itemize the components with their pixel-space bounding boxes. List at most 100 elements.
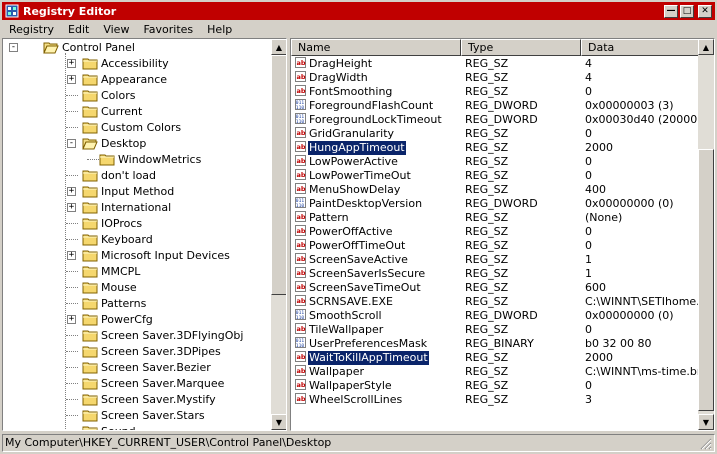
tree-item[interactable]: Colors	[66, 87, 135, 103]
column-header-type[interactable]: Type	[461, 39, 581, 56]
menu-favorites[interactable]: Favorites	[136, 23, 200, 36]
tree-item-label: Current	[101, 104, 143, 118]
tree-item[interactable]: + Accessibility	[67, 55, 169, 71]
value-type: REG_SZ	[465, 295, 509, 308]
tree-item-control-panel[interactable]: - Control Panel	[9, 39, 135, 55]
minimize-button[interactable]: —	[664, 4, 678, 18]
string-value-icon: ab	[295, 323, 306, 334]
value-name: PowerOffTimeOut	[309, 239, 406, 252]
menu-registry[interactable]: Registry	[2, 23, 61, 36]
resize-grip-icon[interactable]	[700, 438, 712, 450]
title-bar[interactable]: Registry Editor — □ ✕	[2, 2, 715, 20]
svg-text:ab: ab	[297, 129, 306, 137]
value-row[interactable]: 011 110 ForegroundLockTimeout REG_DWORD 0x00…	[291, 113, 701, 127]
values-list-pane[interactable]: Name Type Data ab DragHeight REG_SZ 4 ab Drag…	[290, 38, 715, 431]
tree-item[interactable]: + International	[67, 199, 171, 215]
value-row[interactable]: ab LowPowerActive REG_SZ 0	[291, 155, 701, 169]
tree-item[interactable]: Patterns	[66, 295, 146, 311]
tree-item[interactable]: + Microsoft Input Devices	[67, 247, 230, 263]
value-row[interactable]: 011 110 UserPreferencesMask REG_BINARY b0 32…	[291, 337, 701, 351]
value-row[interactable]: ab WheelScrollLines REG_SZ 3	[291, 393, 701, 407]
tree-item-label: Desktop	[101, 136, 147, 150]
value-row[interactable]: abWallpaper REG_SZ C:\WINNT\ms-time.bmp	[291, 365, 701, 379]
column-header-name[interactable]: Name	[291, 39, 461, 56]
tree-guide-line	[66, 239, 78, 240]
tree-scroll-down-button[interactable]: ▼	[271, 414, 286, 430]
arrow-up-icon: ▲	[702, 42, 710, 52]
value-row[interactable]: ab MenuShowDelay REG_SZ 400	[291, 183, 701, 197]
tree-item[interactable]: + PowerCfg	[67, 311, 153, 327]
folder-icon	[82, 362, 98, 373]
tree-item[interactable]: Sound	[82, 423, 136, 430]
value-row[interactable]: 011 110 PaintDesktopVersion REG_DWORD 0x0000…	[291, 197, 701, 211]
value-row[interactable]: ab ScreenSaveTimeOut REG_SZ 600	[291, 281, 701, 295]
binary-value-icon: 011110	[295, 309, 306, 320]
collapse-toggle-icon[interactable]: -	[9, 43, 18, 52]
values-vertical-scrollbar[interactable]: ▲ ▼	[698, 39, 714, 430]
value-row[interactable]: ab DragWidth REG_SZ 4	[291, 71, 701, 85]
key-tree-pane[interactable]: - Control Panel + Accessibility + Appearance C…	[2, 38, 287, 431]
tree-item[interactable]: Screen Saver.Marquee	[66, 375, 224, 391]
tree-item[interactable]: WindowMetrics	[87, 151, 201, 167]
value-type: REG_SZ	[465, 127, 509, 140]
value-row[interactable]: ab LowPowerTimeOut REG_SZ 0	[291, 169, 701, 183]
menu-edit[interactable]: Edit	[61, 23, 96, 36]
tree-item[interactable]: + Input Method	[67, 183, 174, 199]
expand-toggle-icon[interactable]: +	[67, 203, 76, 212]
value-name: FontSmoothing	[309, 85, 393, 98]
tree-item[interactable]: Screen Saver.3DPipes	[66, 343, 221, 359]
value-row[interactable]: ab ScreenSaveActive REG_SZ 1	[291, 253, 701, 267]
menu-help[interactable]: Help	[200, 23, 239, 36]
tree-item[interactable]: Mouse	[66, 279, 137, 295]
tree-item-label: Accessibility	[101, 56, 169, 70]
tree-scroll-thumb[interactable]	[271, 55, 286, 295]
collapse-toggle-icon[interactable]: -	[67, 139, 76, 148]
value-row[interactable]: ab ScreenSaverIsSecure REG_SZ 1	[291, 267, 701, 281]
tree-item[interactable]: Screen Saver.Bezier	[66, 359, 211, 375]
expand-toggle-icon[interactable]: +	[67, 75, 76, 84]
tree-item[interactable]: + Appearance	[67, 71, 167, 87]
tree-item[interactable]: Keyboard	[66, 231, 153, 247]
close-button[interactable]: ✕	[698, 4, 712, 18]
value-row[interactable]: ab PowerOffTimeOut REG_SZ 0	[291, 239, 701, 253]
value-row[interactable]: ab GridGranularity REG_SZ 0	[291, 127, 701, 141]
svg-text:110: 110	[296, 203, 305, 208]
tree-item[interactable]: Screen Saver.3DFlyingObj	[66, 327, 243, 343]
values-scroll-up-button[interactable]: ▲	[698, 39, 714, 55]
column-header-data[interactable]: Data	[581, 39, 699, 56]
tree-item[interactable]: MMCPL	[66, 263, 140, 279]
expand-toggle-icon[interactable]: +	[67, 315, 76, 324]
tree-item[interactable]: don't load	[66, 167, 156, 183]
value-row[interactable]: 011 110 SmoothScroll REG_DWORD 0x00000000 (0…	[291, 309, 701, 323]
value-row[interactable]: ab PowerOffActive REG_SZ 0	[291, 225, 701, 239]
value-row[interactable]: ab Pattern REG_SZ (None)	[291, 211, 701, 225]
tree-guide-line	[66, 335, 78, 336]
tree-item[interactable]: Current	[66, 103, 143, 119]
tree-item-label: Screen Saver.Bezier	[101, 360, 211, 374]
expand-toggle-icon[interactable]: +	[67, 59, 76, 68]
expand-toggle-icon[interactable]: +	[67, 187, 76, 196]
tree-scroll-up-button[interactable]: ▲	[271, 39, 286, 55]
tree-vertical-scrollbar[interactable]: ▲ ▼	[271, 39, 286, 430]
value-row[interactable]: ab FontSmoothing REG_SZ 0	[291, 85, 701, 99]
string-value-icon: ab	[295, 365, 306, 376]
value-row[interactable]: 011 110 ForegroundFlashCount REG_DWORD 0x000…	[291, 99, 701, 113]
maximize-button[interactable]: □	[680, 4, 694, 18]
value-row[interactable]: ab TileWallpaper REG_SZ 0	[291, 323, 701, 337]
value-row[interactable]: ab WallpaperStyle REG_SZ 0	[291, 379, 701, 393]
tree-item[interactable]: Custom Colors	[66, 119, 181, 135]
string-value-icon: ab	[295, 127, 306, 138]
value-row[interactable]: ab HungAppTimeout REG_SZ 2000	[291, 140, 701, 156]
value-row[interactable]: ab DragHeight REG_SZ 4	[291, 57, 701, 71]
tree-item[interactable]: Screen Saver.Stars	[66, 407, 205, 423]
tree-item[interactable]: Screen Saver.Mystify	[66, 391, 216, 407]
values-scroll-down-button[interactable]: ▼	[698, 414, 714, 430]
expand-toggle-icon[interactable]: +	[67, 251, 76, 260]
menu-view[interactable]: View	[96, 23, 136, 36]
value-data: 3	[585, 393, 592, 406]
value-row[interactable]: abSCRNSAVE.EXE REG_SZ C:\WINNT\SETIhome.sc…	[291, 295, 701, 309]
values-scroll-thumb[interactable]	[698, 149, 714, 411]
value-row[interactable]: ab WaitToKillAppTimeout REG_SZ 2000	[291, 350, 701, 366]
tree-item[interactable]: IOProcs	[66, 215, 142, 231]
tree-item[interactable]: - Desktop	[67, 135, 147, 151]
